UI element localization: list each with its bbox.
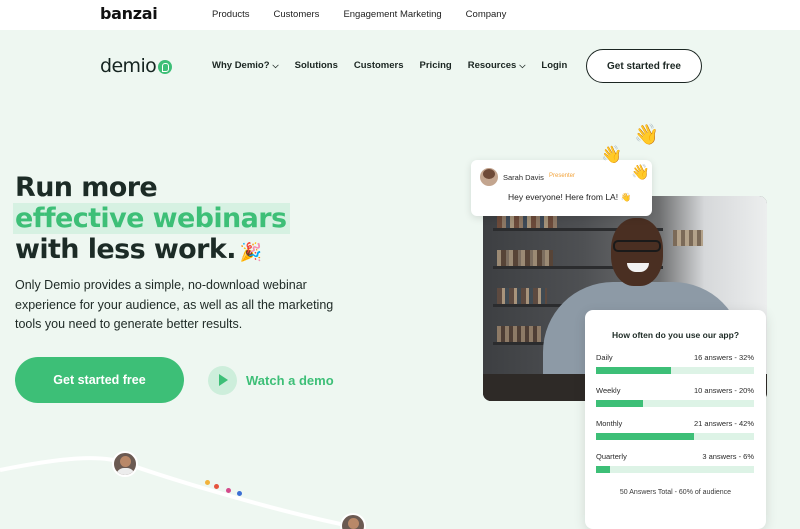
hero-headline: Run more effective webinars with less wo… <box>13 172 291 268</box>
poll-bar-track <box>596 466 754 473</box>
poll-option-label: Quarterly <box>596 452 627 461</box>
play-icon <box>208 366 237 395</box>
party-popper-icon: 🎉 <box>239 242 262 263</box>
poll-bar-track <box>596 400 754 407</box>
poll-bar-fill <box>596 433 695 440</box>
headline-line-3: with less work. <box>15 234 236 265</box>
banzai-logo[interactable]: banzai <box>100 4 158 23</box>
top-nav-customers[interactable]: Customers <box>274 9 320 20</box>
demio-logo-text: demio <box>100 55 157 77</box>
books <box>497 288 547 304</box>
poll-option-label: Weekly <box>596 386 621 395</box>
nav-login[interactable]: Login <box>541 60 567 71</box>
user-avatar <box>480 168 498 186</box>
presenter-head <box>611 218 663 286</box>
nav-label: Resources <box>467 60 517 71</box>
top-nav-products[interactable]: Products <box>212 9 250 20</box>
poll-bar-track <box>596 367 754 374</box>
presenter-glasses <box>613 240 661 252</box>
waving-hand-icon: 👋 <box>634 124 659 146</box>
headline-line-1: Run more <box>15 172 158 203</box>
nav-label: Customers <box>353 60 404 71</box>
dot-decoration <box>237 491 242 496</box>
poll-card: How often do you use our app? Daily 16 a… <box>585 310 766 529</box>
nav-solutions[interactable]: Solutions <box>295 60 338 71</box>
attendee-avatar <box>112 451 138 477</box>
poll-option-count: 3 answers - 6% <box>702 452 754 461</box>
chevron-down-icon: ⌵ <box>519 60 526 70</box>
hero-subcopy: Only Demio provides a simple, no-downloa… <box>15 278 334 331</box>
nav-resources[interactable]: Resources ⌵ <box>468 60 526 71</box>
watch-demo-link[interactable]: Watch a demo <box>208 366 334 395</box>
dot-decoration <box>214 484 219 489</box>
nav-why-demio[interactable]: Why Demio? ⌵ <box>212 60 279 71</box>
nav-label: Pricing <box>419 60 452 71</box>
poll-total: 50 Answers Total - 60% of audience <box>619 489 732 496</box>
top-nav-engagement-marketing[interactable]: Engagement Marketing <box>343 9 441 20</box>
get-started-button[interactable]: Get started free <box>15 357 184 403</box>
nav-label: Login <box>541 60 568 71</box>
nav-pricing[interactable]: Pricing <box>420 60 452 71</box>
top-bar: banzai Products Customers Engagement Mar… <box>0 0 800 30</box>
books <box>497 250 553 266</box>
headline-highlight: effective webinars <box>13 203 291 234</box>
poll-option-count: 21 answers - 42% <box>693 419 754 428</box>
poll-option-label: Daily <box>596 353 613 362</box>
demio-chat-icon <box>158 60 173 74</box>
chevron-down-icon: ⌵ <box>272 60 279 70</box>
demio-logo[interactable]: demio <box>100 55 173 77</box>
dot-decoration <box>205 480 210 485</box>
books <box>497 326 541 342</box>
poll-option-count: 10 answers - 20% <box>693 386 754 395</box>
get-started-nav-button[interactable]: Get started free <box>586 49 702 83</box>
poll-question: How often do you use our app? <box>611 330 740 340</box>
main-nav: Why Demio? ⌵ Solutions Customers Pricing … <box>212 60 583 71</box>
watch-demo-label: Watch a demo <box>246 373 334 388</box>
poll-option-count: 16 answers - 32% <box>693 353 754 362</box>
books <box>673 230 703 246</box>
presenter-badge: Presenter <box>549 173 576 179</box>
top-nav-company[interactable]: Company <box>466 9 507 20</box>
top-nav: Products Customers Engagement Marketing … <box>212 9 530 20</box>
chat-username: Sarah Davis <box>503 173 544 182</box>
chat-message-text: Hey everyone! Here from LA! 👋 <box>508 192 631 203</box>
waving-hand-icon: 👋 <box>620 192 632 202</box>
poll-bar-fill <box>596 466 611 473</box>
nav-label: Solutions <box>294 60 338 71</box>
dot-decoration <box>226 488 231 493</box>
poll-bar-fill <box>596 400 643 407</box>
poll-option-label: Monthly <box>596 419 623 428</box>
chat-message-card: Sarah Davis Presenter Hey everyone! Here… <box>471 160 652 216</box>
nav-customers[interactable]: Customers <box>354 60 404 71</box>
poll-bar-fill <box>596 367 671 374</box>
waving-hand-icon: 👋 <box>631 164 650 181</box>
nav-label: Why Demio? <box>212 60 270 71</box>
chat-message-body: Hey everyone! Here from LA! <box>508 192 619 202</box>
waving-hand-icon: 👋 <box>601 145 623 164</box>
poll-bar-track <box>596 433 754 440</box>
